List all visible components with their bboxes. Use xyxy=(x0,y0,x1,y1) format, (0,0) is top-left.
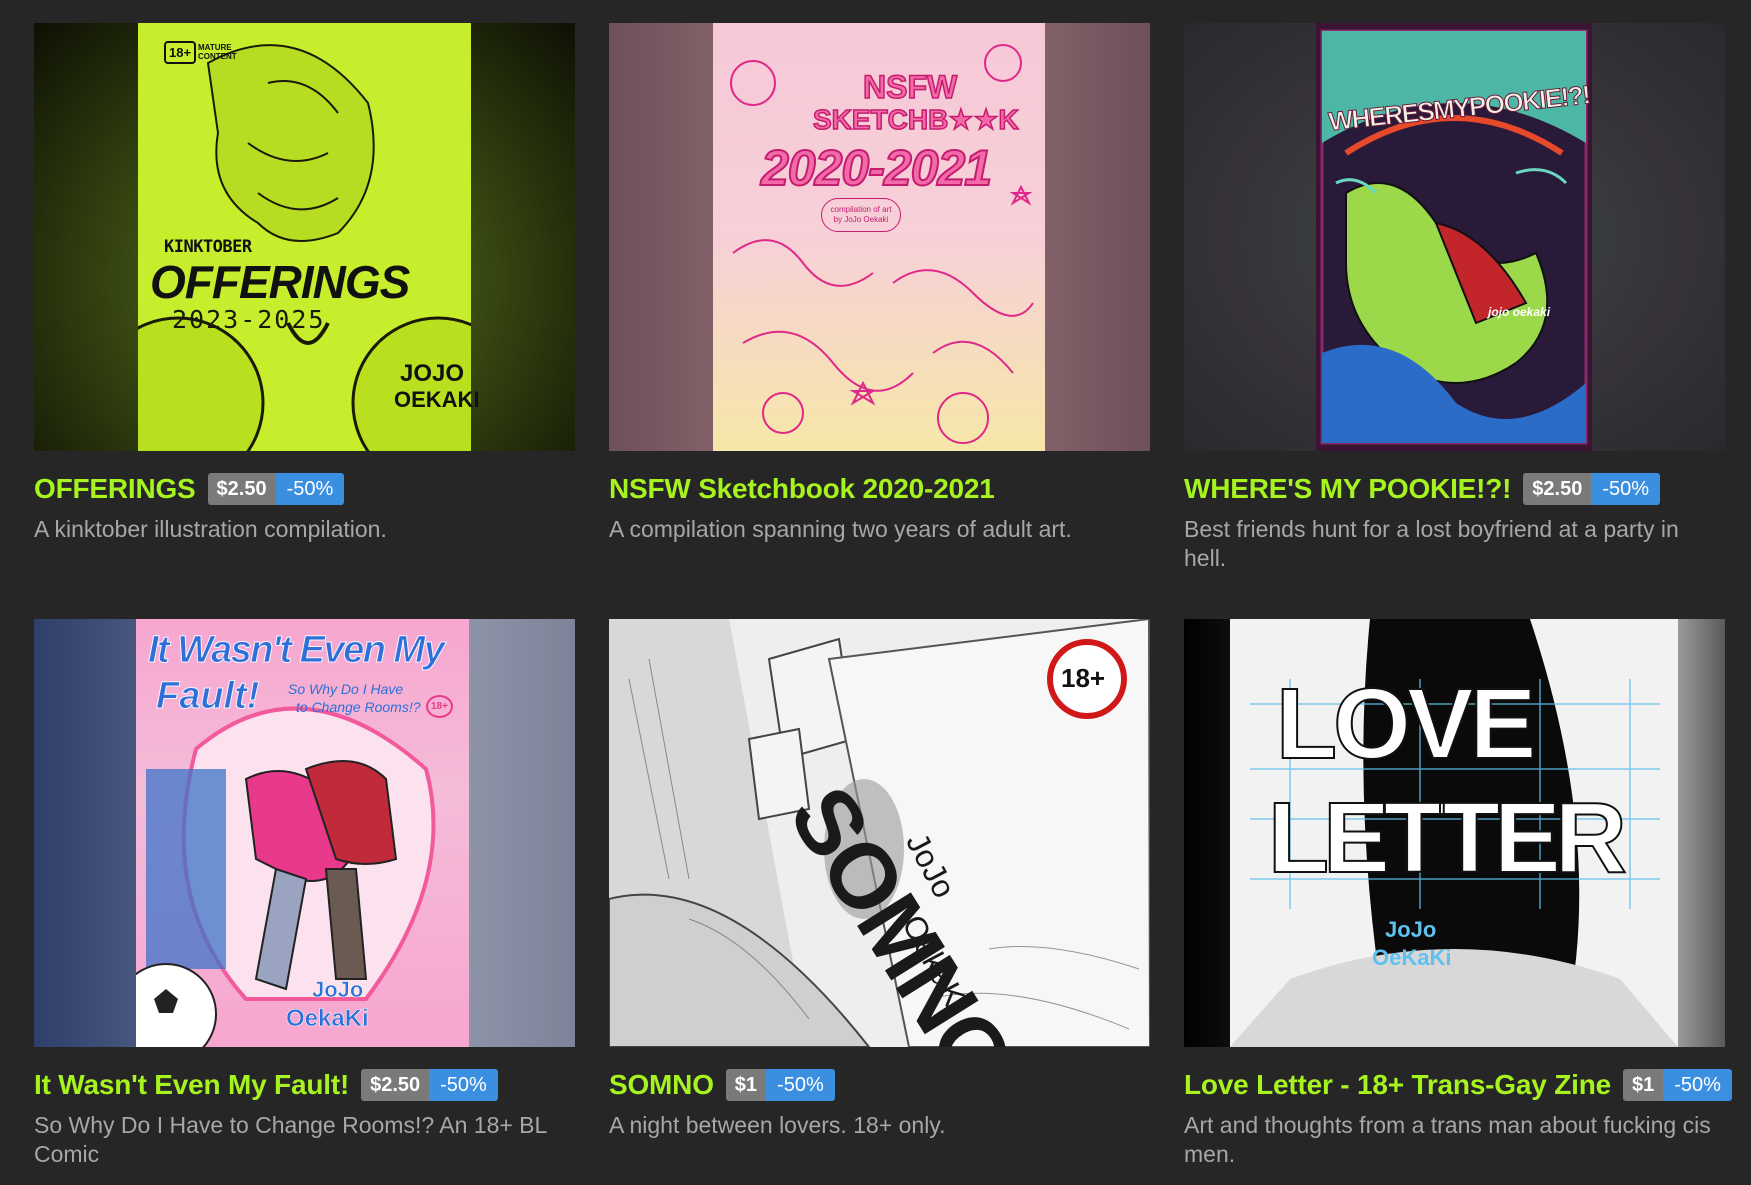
product-thumbnail[interactable]: LOVE LETTER JoJo OeKaKi xyxy=(1184,619,1725,1047)
product-description: A compilation spanning two years of adul… xyxy=(609,516,1072,542)
cover-headline-line2: Fault! xyxy=(155,675,260,718)
product-description: Art and thoughts from a trans man about … xyxy=(1184,1112,1711,1167)
product-thumbnail[interactable]: 18+ SOMNO JoJo OekaKi xyxy=(609,619,1150,1047)
sale-badge: -50% xyxy=(766,1069,835,1101)
product-title-row: It Wasn't Even My Fault! $2.50 -50% xyxy=(34,1069,575,1101)
cover-note: compilation of art by JoJo Oekaki xyxy=(821,198,901,232)
cover-subtitle-line1: So Why Do I Have xyxy=(288,681,404,697)
cover-author-line2: OeKaKi xyxy=(1372,945,1452,970)
cover-art: WHERESMYPOOKIE!?! jojo oekaki xyxy=(1316,23,1592,451)
cover-years: 2023-2025 xyxy=(172,305,326,334)
product-description: A night between lovers. 18+ only. xyxy=(609,1112,946,1138)
product-thumbnail[interactable]: NSFW SKETCHB★★K 2020-2021 compilation of… xyxy=(609,23,1150,451)
product-title-row: SOMNO $1 -50% xyxy=(609,1069,1150,1101)
cover-badge: 18+ xyxy=(1061,663,1106,693)
cover-author-line2: OekaKi xyxy=(286,1005,369,1033)
cover-line2: SKETCHB★★K xyxy=(812,103,1019,136)
sale-badge: -50% xyxy=(1663,1069,1732,1101)
product-card: It Wasn't Even My Fault! So Why Do I Hav… xyxy=(34,619,575,1169)
product-thumbnail[interactable]: WHERESMYPOOKIE!?! jojo oekaki xyxy=(1184,23,1725,451)
product-card: NSFW SKETCHB★★K 2020-2021 compilation of… xyxy=(609,23,1150,544)
product-card: LOVE LETTER JoJo OeKaKi Love Letter - 18… xyxy=(1184,619,1732,1169)
cover-art: 18+ SOMNO JoJo OekaKi xyxy=(609,619,1150,1047)
product-description: So Why Do I Have to Change Rooms!? An 18… xyxy=(34,1112,547,1167)
price-badge: $1 xyxy=(1622,1069,1664,1101)
cover-author-line1: JoJo xyxy=(1385,917,1437,942)
cover-line1: LOVE xyxy=(1275,667,1537,781)
product-title-row: OFFERINGS $2.50 -50% xyxy=(34,473,575,505)
cover-art: NSFW SKETCHB★★K 2020-2021 compilation of… xyxy=(713,23,1045,451)
product-title-link[interactable]: It Wasn't Even My Fault! xyxy=(34,1069,349,1101)
cover-subtitle-line2: to Change Rooms!? xyxy=(296,699,421,715)
cover-author: jojo oekaki xyxy=(1488,305,1551,319)
cover-badge: 18+ xyxy=(426,695,453,718)
cover-art: It Wasn't Even My Fault! So Why Do I Hav… xyxy=(136,619,469,1047)
price-badge: $2.50 xyxy=(1523,473,1592,505)
cover-author-line1: JoJo xyxy=(312,977,364,1003)
cover-art: LOVE LETTER JoJo OeKaKi xyxy=(1230,619,1678,1047)
product-card: 18+ SOMNO JoJo OekaKi SOMNO $1 -50% A ni… xyxy=(609,619,1150,1140)
sale-badge: -50% xyxy=(275,473,345,505)
product-title-link[interactable]: NSFW Sketchbook 2020-2021 xyxy=(609,473,995,505)
product-title-row: Love Letter - 18+ Trans-Gay Zine $1 -50% xyxy=(1184,1069,1732,1101)
cover-author-line1: JOJO xyxy=(400,360,465,387)
product-title-link[interactable]: OFFERINGS xyxy=(34,473,196,505)
product-title-row: WHERE'S MY POOKIE!?! $2.50 -50% xyxy=(1184,473,1725,505)
product-thumbnail[interactable]: 18+ MATURE CONTENT KINKTOBER OFFERINGS 2… xyxy=(34,23,575,451)
product-title-link[interactable]: WHERE'S MY POOKIE!?! xyxy=(1184,473,1511,505)
price-badge: $2.50 xyxy=(207,473,276,505)
cover-author-line2: OEKAKI xyxy=(394,387,480,412)
cover-badge: 18+ xyxy=(164,41,197,64)
sale-badge: -50% xyxy=(429,1069,498,1101)
product-grid: 18+ MATURE CONTENT KINKTOBER OFFERINGS 2… xyxy=(0,0,1751,1185)
product-card: WHERESMYPOOKIE!?! jojo oekaki WHERE'S MY… xyxy=(1184,23,1725,573)
cover-headline: OFFERINGS xyxy=(150,256,410,308)
price-badge: $1 xyxy=(725,1069,767,1101)
product-thumbnail[interactable]: It Wasn't Even My Fault! So Why Do I Hav… xyxy=(34,619,575,1047)
product-title-link[interactable]: SOMNO xyxy=(609,1069,714,1101)
cover-line1: NSFW xyxy=(862,68,958,106)
product-description: Best friends hunt for a lost boyfriend a… xyxy=(1184,516,1679,571)
product-title-row: NSFW Sketchbook 2020-2021 xyxy=(609,473,1150,505)
product-title-link[interactable]: Love Letter - 18+ Trans-Gay Zine xyxy=(1184,1069,1611,1101)
cover-art: 18+ MATURE CONTENT KINKTOBER OFFERINGS 2… xyxy=(138,23,480,451)
cover-kicker: KINKTOBER xyxy=(164,237,252,257)
cover-headline-line1: It Wasn't Even My xyxy=(147,629,445,672)
cover-years: 2020-2021 xyxy=(760,139,993,197)
cover-badge-note: MATURE CONTENT xyxy=(198,43,237,61)
price-badge: $2.50 xyxy=(361,1069,430,1101)
product-description: A kinktober illustration compilation. xyxy=(34,516,387,542)
product-card: 18+ MATURE CONTENT KINKTOBER OFFERINGS 2… xyxy=(34,23,575,544)
cover-line2: LETTER xyxy=(1267,781,1628,895)
sale-badge: -50% xyxy=(1591,473,1661,505)
